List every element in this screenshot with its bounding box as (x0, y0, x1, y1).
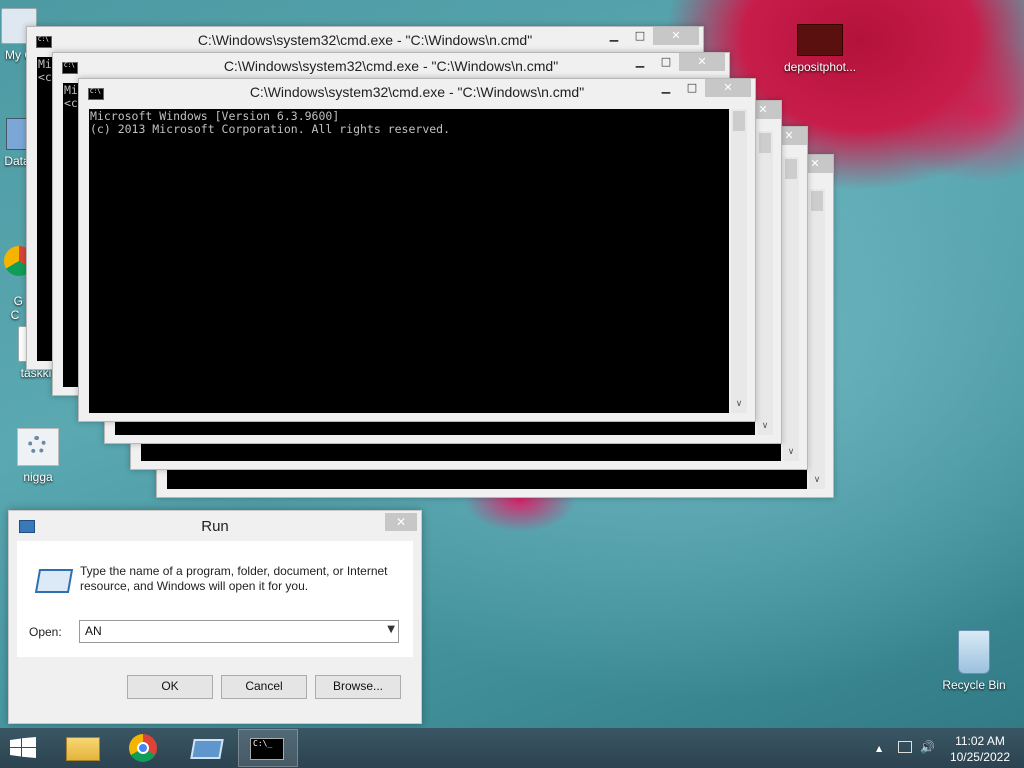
scrollbar-thumb[interactable] (785, 159, 797, 179)
dialog-title: Run (201, 518, 229, 535)
taskbar-file-explorer[interactable] (52, 729, 112, 767)
clock[interactable]: 11:02 AM 10/25/2022 (950, 733, 1010, 765)
folder-icon (66, 737, 100, 761)
desktop-icon-label: Recycle Bin (942, 678, 1006, 692)
desktop-icon-nigga[interactable]: nigga (0, 428, 78, 484)
scroll-down-arrow-icon[interactable]: ∨ (757, 421, 773, 435)
scrollbar[interactable]: ∨ (809, 189, 825, 489)
scrollbar[interactable]: ∨ (783, 157, 799, 461)
scrollbar-thumb[interactable] (733, 111, 745, 131)
cmd-icon: C:\_ (250, 738, 284, 760)
run-dialog[interactable]: Run ✕ Type the name of a program, folder… (8, 510, 422, 724)
close-button[interactable]: ✕ (705, 79, 751, 97)
scrollbar[interactable]: ∨ (757, 131, 773, 435)
scroll-down-arrow-icon[interactable]: ∨ (731, 399, 747, 413)
cmd-titlebar[interactable]: C:\Windows\system32\cmd.exe - "C:\Window… (27, 27, 703, 53)
run-body: Type the name of a program, folder, docu… (17, 541, 413, 657)
recycle-bin-icon (958, 630, 990, 674)
settings-gear-icon (17, 428, 59, 466)
cmd-titlebar[interactable]: C:\Windows\system32\cmd.exe - "C:\Window… (53, 53, 729, 79)
start-button[interactable] (10, 737, 36, 762)
volume-icon[interactable]: 🔊 (920, 740, 935, 754)
open-combobox[interactable]: AN ▼ (79, 620, 399, 643)
minimize-button[interactable]: ▁ (653, 79, 679, 97)
clock-time: 11:02 AM (955, 734, 1005, 748)
clock-date: 10/25/2022 (949, 750, 1010, 764)
cmd-window-front[interactable]: C:\Windows\system32\cmd.exe - "C:\Window… (78, 78, 756, 422)
scrollbar[interactable]: ∨ (731, 109, 747, 413)
scrollbar-thumb[interactable] (811, 191, 823, 211)
chevron-down-icon[interactable]: ▼ (387, 624, 395, 635)
close-button[interactable]: ✕ (653, 27, 699, 45)
maximize-button[interactable]: □ (679, 79, 705, 97)
close-button[interactable]: ✕ (385, 513, 417, 531)
cmd-console[interactable]: Microsoft Windows [Version 6.3.9600] (c)… (89, 109, 729, 413)
run-icon (34, 569, 74, 593)
desktop-icon-depositphotos[interactable]: depositphot... (778, 24, 862, 74)
taskbar: C:\_ ▲ 🔊 11:02 AM 10/25/2022 (0, 728, 1024, 768)
network-icon[interactable] (898, 741, 912, 753)
maximize-button[interactable]: □ (627, 27, 653, 45)
scrollbar-thumb[interactable] (759, 133, 771, 153)
windows-logo-icon (10, 737, 36, 758)
ok-button[interactable]: OK (127, 675, 213, 699)
run-icon (190, 739, 224, 759)
desktop-icon-recycle-bin[interactable]: Recycle Bin (934, 630, 1014, 692)
cmd-titlebar[interactable]: C:\Windows\system32\cmd.exe - "C:\Window… (79, 79, 755, 105)
scroll-down-arrow-icon[interactable]: ∨ (809, 475, 825, 489)
desktop-icon-label: G C (10, 294, 23, 322)
desktop-icon-label: depositphot... (783, 60, 857, 74)
image-file-icon (797, 24, 843, 56)
scroll-down-arrow-icon[interactable]: ∨ (783, 447, 799, 461)
taskbar-chrome[interactable] (114, 729, 174, 767)
minimize-button[interactable]: ▁ (601, 27, 627, 45)
cancel-button[interactable]: Cancel (221, 675, 307, 699)
open-label: Open: (29, 625, 62, 639)
maximize-button[interactable]: □ (653, 53, 679, 71)
minimize-button[interactable]: ▁ (627, 53, 653, 71)
run-titlebar[interactable]: Run ✕ (9, 511, 421, 539)
desktop-icon-label: nigga (23, 470, 53, 484)
run-description: Type the name of a program, folder, docu… (80, 564, 388, 593)
chrome-icon (129, 734, 157, 762)
show-hidden-icons-button[interactable]: ▲ (876, 744, 882, 753)
browse-button[interactable]: Browse... (315, 675, 401, 699)
close-button[interactable]: ✕ (679, 53, 725, 71)
open-input[interactable]: AN (85, 624, 102, 638)
taskbar-cmd[interactable]: C:\_ (238, 729, 298, 767)
taskbar-run[interactable] (176, 729, 236, 767)
